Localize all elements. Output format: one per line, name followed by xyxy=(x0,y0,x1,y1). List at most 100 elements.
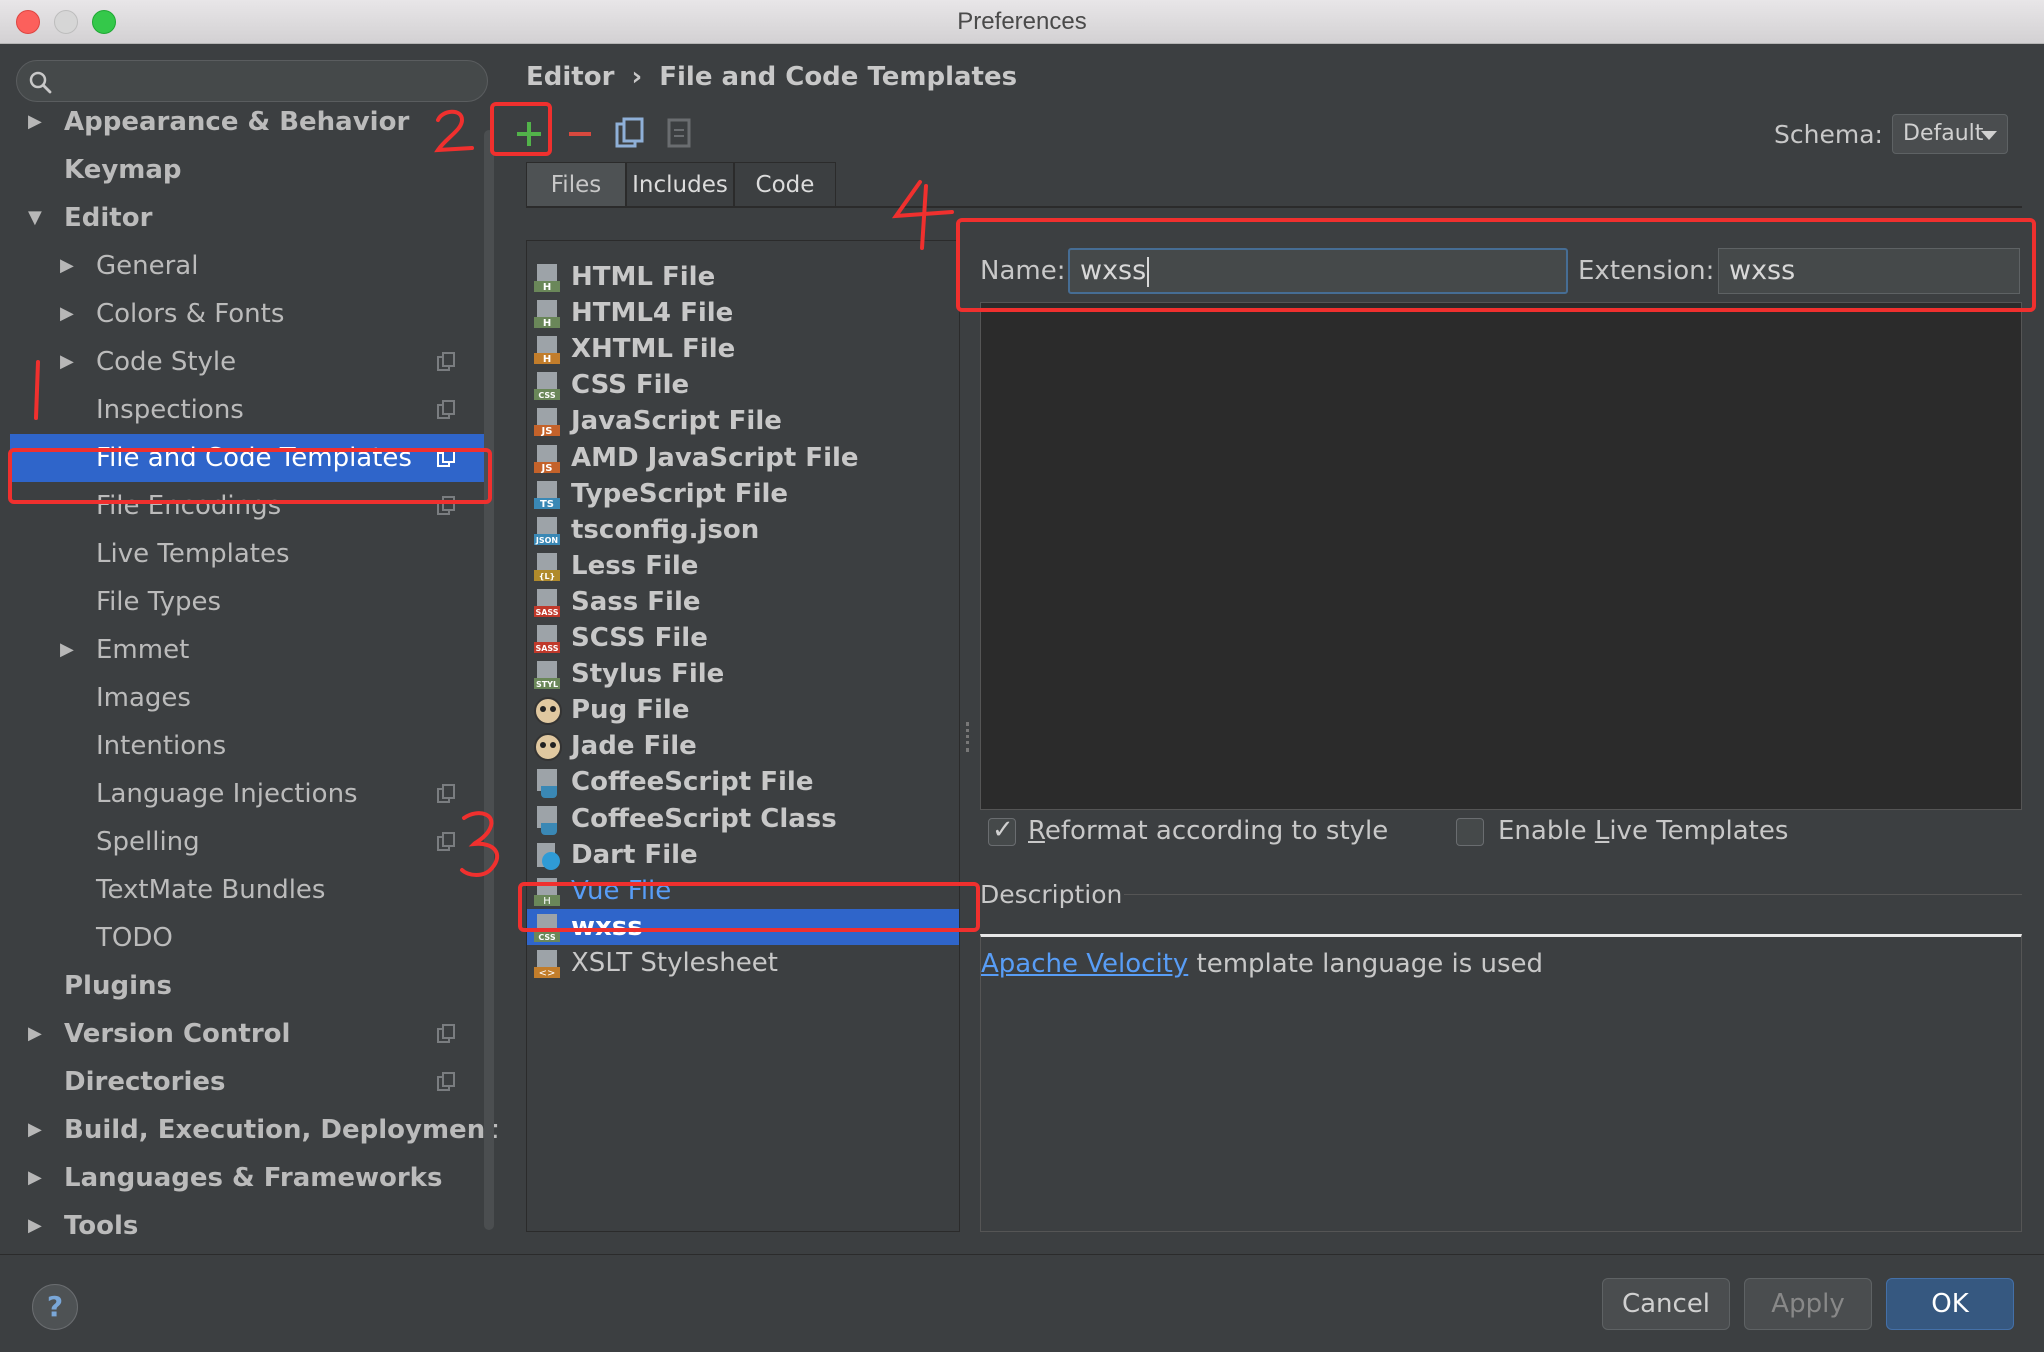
reset-template-button[interactable] xyxy=(662,116,698,152)
template-list-item[interactable]: STYL Stylus File xyxy=(527,656,959,692)
sidebar-item[interactable]: ▼ Editor xyxy=(0,194,500,242)
sidebar-item[interactable]: ▶ Emmet xyxy=(0,626,500,674)
template-list-item[interactable]: H HTML File xyxy=(527,259,959,295)
expand-right-icon[interactable]: ▶ xyxy=(60,242,74,290)
svg-text:CSS: CSS xyxy=(538,391,555,400)
expand-right-icon[interactable]: ▶ xyxy=(28,1202,42,1250)
settings-search-input[interactable] xyxy=(16,60,488,102)
template-list-item-label: XHTML File xyxy=(571,334,736,365)
expand-right-icon[interactable]: ▶ xyxy=(28,1010,42,1058)
tab-files[interactable]: Files xyxy=(526,162,626,208)
chevron-down-icon xyxy=(1981,131,1997,140)
reformat-text: eformat according to style xyxy=(1044,816,1389,846)
annotation-number-1-text: 1 xyxy=(26,358,27,359)
sidebar-item[interactable]: ▶ Tools xyxy=(0,1202,500,1250)
file-type-icon xyxy=(537,769,557,799)
sidebar-item[interactable]: ▶ Code Style xyxy=(0,338,500,386)
ok-button[interactable]: OK xyxy=(1886,1278,2014,1330)
sidebar-item-label: TODO xyxy=(96,923,173,953)
template-list-item[interactable]: Dart File xyxy=(527,837,959,873)
template-list-item-label: Jade File xyxy=(571,731,697,762)
copy-template-button[interactable] xyxy=(612,116,648,152)
file-type-icon: JS xyxy=(534,444,560,474)
template-list-item[interactable]: CoffeeScript Class xyxy=(527,801,959,837)
template-list-item[interactable]: CoffeeScript File xyxy=(527,764,959,800)
file-type-icon xyxy=(534,733,562,762)
annotation-number-1: 1 xyxy=(26,358,40,420)
sidebar-item-label: Keymap xyxy=(64,155,182,185)
file-type-icon: CSS xyxy=(534,372,560,401)
sidebar-item[interactable]: Plugins xyxy=(0,962,500,1010)
apache-velocity-link[interactable]: Apache Velocity xyxy=(981,949,1188,979)
sidebar-item[interactable]: ▶ General xyxy=(0,242,500,290)
enable-live-templates-checkbox[interactable] xyxy=(1456,818,1484,846)
expand-right-icon[interactable]: ▶ xyxy=(60,290,74,338)
reset-icon xyxy=(667,118,691,148)
splitter-handle[interactable] xyxy=(966,722,970,752)
sidebar-item-label: Live Templates xyxy=(96,539,290,569)
template-editor[interactable] xyxy=(980,302,2022,810)
template-list-item[interactable]: JS JavaScript File xyxy=(527,403,959,439)
expand-right-icon[interactable]: ▶ xyxy=(60,338,74,386)
sidebar-item[interactable]: TODO xyxy=(0,914,500,962)
breadcrumb-separator: › xyxy=(631,62,643,92)
schema-dropdown[interactable]: Default xyxy=(1892,114,2008,154)
template-list-item[interactable]: H HTML4 File xyxy=(527,295,959,331)
live-templates-label: Enable Live Templates xyxy=(1498,816,1788,846)
expand-right-icon[interactable]: ▶ xyxy=(28,98,42,146)
sidebar-item[interactable]: Spelling xyxy=(0,818,500,866)
remove-template-button[interactable] xyxy=(562,116,598,152)
template-list-item[interactable]: SASS Sass File xyxy=(527,584,959,620)
sidebar-item-label: Code Style xyxy=(96,347,237,377)
template-list-item[interactable]: TS TypeScript File xyxy=(527,476,959,512)
template-list-item[interactable]: <> XSLT Stylesheet xyxy=(527,945,959,981)
template-list-item[interactable]: {L} Less File xyxy=(527,548,959,584)
cancel-button[interactable]: Cancel xyxy=(1602,1278,1730,1330)
apply-button[interactable]: Apply xyxy=(1744,1278,1872,1330)
template-list-item-label: SCSS File xyxy=(571,623,708,653)
template-list-item[interactable]: H XHTML File xyxy=(527,331,959,367)
sidebar-scrollbar[interactable] xyxy=(484,130,494,1230)
template-list-item[interactable]: JS AMD JavaScript File xyxy=(527,440,959,476)
tab-includes[interactable]: Includes xyxy=(626,162,734,208)
sidebar-item[interactable]: Keymap xyxy=(0,146,500,194)
sidebar-item[interactable]: ▶ Build, Execution, Deployment xyxy=(0,1106,500,1154)
template-list-item[interactable]: CSS CSS File xyxy=(527,367,959,403)
sidebar-item[interactable]: Live Templates xyxy=(0,530,500,578)
template-list-item-label: Less File xyxy=(571,550,699,581)
sidebar-item[interactable]: Intentions xyxy=(0,722,500,770)
dialog-button-bar xyxy=(0,1254,2044,1352)
sidebar-item[interactable]: Directories xyxy=(0,1058,500,1106)
sidebar-item[interactable]: TextMate Bundles xyxy=(0,866,500,914)
tab-code[interactable]: Code xyxy=(734,162,836,208)
sidebar-item[interactable]: ▶ Appearance & Behavior xyxy=(0,98,500,146)
svg-text:STYL: STYL xyxy=(536,680,558,689)
expand-right-icon[interactable]: ▶ xyxy=(60,626,74,674)
file-type-icon: STYL xyxy=(534,661,560,690)
template-list-item-label: HTML4 File xyxy=(571,298,734,329)
file-type-icon: JS xyxy=(534,408,560,437)
sidebar-item[interactable]: Images xyxy=(0,674,500,722)
reformat-checkbox[interactable]: ✓ xyxy=(988,815,1016,846)
template-list-item-label: Dart File xyxy=(571,839,698,870)
project-level-icon xyxy=(437,1024,455,1043)
expand-right-icon[interactable]: ▶ xyxy=(28,1106,42,1154)
breadcrumb: Editor › File and Code Templates xyxy=(526,62,1017,92)
help-button[interactable]: ? xyxy=(32,1284,78,1330)
template-list-item[interactable]: SASS SCSS File xyxy=(527,620,959,656)
sidebar-item[interactable]: Language Injections xyxy=(0,770,500,818)
sidebar-item[interactable]: ▶ Version Control xyxy=(0,1010,500,1058)
svg-text:<>: <> xyxy=(539,968,556,979)
svg-text:JS: JS xyxy=(541,426,553,437)
expand-right-icon[interactable]: ▶ xyxy=(28,1154,42,1202)
sidebar-item[interactable]: ▶ Colors & Fonts xyxy=(0,290,500,338)
annotation-box-new-template xyxy=(518,882,980,932)
expand-down-icon[interactable]: ▼ xyxy=(28,194,42,242)
sidebar-item[interactable]: Inspections xyxy=(0,386,500,434)
file-type-icon: TS xyxy=(534,480,560,510)
template-list-item[interactable]: Pug File xyxy=(527,692,959,728)
sidebar-item[interactable]: File Types xyxy=(0,578,500,626)
template-list-item[interactable]: JSON tsconfig.json xyxy=(527,512,959,548)
template-list-item[interactable]: Jade File xyxy=(527,728,959,764)
sidebar-item[interactable]: ▶ Languages & Frameworks xyxy=(0,1154,500,1202)
